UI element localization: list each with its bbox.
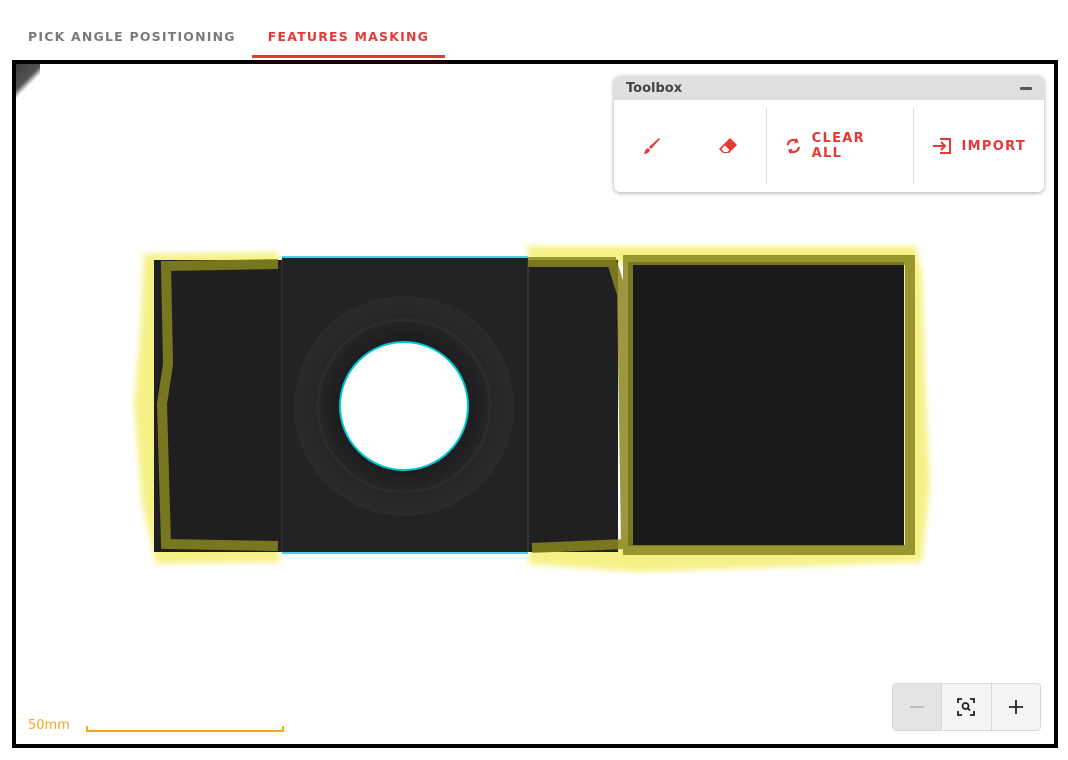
hole-feature bbox=[339, 341, 469, 471]
minus-icon[interactable] bbox=[1020, 86, 1032, 90]
clear-all-label: CLEAR ALL bbox=[811, 131, 865, 161]
import-label: IMPORT bbox=[961, 138, 1026, 154]
import-icon bbox=[932, 138, 951, 154]
zoom-fit-button[interactable] bbox=[941, 684, 991, 730]
part-body bbox=[154, 258, 904, 552]
toolbox-panel: Toolbox CLEAR ALL IMPORT bbox=[614, 76, 1044, 192]
scale-bar: 50mm bbox=[28, 718, 284, 733]
drawing-tools bbox=[614, 108, 766, 184]
brush-icon bbox=[644, 138, 660, 154]
toolbox-header[interactable]: Toolbox bbox=[614, 76, 1044, 100]
zoom-fit-icon bbox=[957, 698, 976, 716]
import-group: IMPORT bbox=[912, 108, 1044, 184]
clear-all-button[interactable]: CLEAR ALL bbox=[767, 126, 913, 166]
eraser-icon bbox=[719, 138, 737, 153]
scale-label: 50mm bbox=[28, 718, 70, 733]
scale-line bbox=[85, 725, 284, 732]
clear-group: CLEAR ALL bbox=[766, 108, 913, 184]
zoom-in-button[interactable] bbox=[990, 684, 1040, 730]
refresh-icon bbox=[786, 137, 800, 155]
eraser-button[interactable] bbox=[690, 126, 766, 166]
minus-icon bbox=[910, 706, 925, 708]
brush-button[interactable] bbox=[614, 126, 690, 166]
image-canvas[interactable]: Toolbox CLEAR ALL IMPORT 50mm bbox=[12, 60, 1058, 748]
tab-features-masking[interactable]: FEATURES MASKING bbox=[251, 18, 446, 58]
plus-icon bbox=[1008, 700, 1023, 714]
zoom-controls bbox=[892, 683, 1041, 731]
toolbox-title: Toolbox bbox=[626, 80, 683, 96]
zoom-out-button[interactable] bbox=[893, 684, 942, 730]
tab-bar: PICK ANGLE POSITIONING FEATURES MASKING bbox=[12, 18, 446, 60]
import-button[interactable]: IMPORT bbox=[914, 126, 1044, 166]
tab-pick-angle-positioning[interactable]: PICK ANGLE POSITIONING bbox=[12, 18, 252, 58]
